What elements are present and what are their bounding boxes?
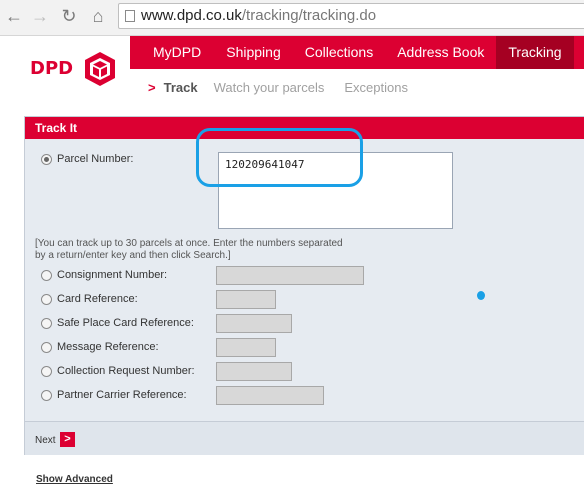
site-header: DPD MyDPD Shipping Collections Address B…	[0, 36, 584, 116]
highlight-ring	[196, 128, 363, 187]
parcel-number-radio[interactable]	[41, 154, 52, 165]
submenu-arrow-icon: >	[148, 80, 156, 95]
partner-carrier-input[interactable]	[216, 386, 324, 405]
menu-item-shipping[interactable]: Shipping	[214, 36, 293, 69]
header-edge	[575, 69, 584, 116]
consignment-number-radio[interactable]	[41, 270, 52, 281]
consignment-number-input[interactable]	[216, 266, 364, 285]
left-strip	[0, 36, 18, 116]
address-bar[interactable]: www.dpd.co.uk/tracking/tracking.do	[118, 3, 584, 29]
safe-place-card-input[interactable]	[216, 314, 292, 333]
main-menu: MyDPD Shipping Collections Address Book …	[140, 36, 574, 69]
logo-text: DPD	[30, 58, 74, 79]
show-advanced-link[interactable]: Show Advanced	[36, 474, 113, 485]
url-path: /tracking/tracking.do	[241, 7, 377, 24]
panel-footer: Next >	[25, 421, 584, 455]
home-icon[interactable]: ⌂	[86, 5, 110, 27]
page-icon	[125, 10, 135, 22]
back-icon[interactable]: ←	[2, 5, 26, 27]
consignment-number-label: Consignment Number:	[57, 269, 168, 281]
reload-icon[interactable]: ↻	[57, 5, 81, 27]
tracking-submenu: > Track Watch your parcels Exceptions	[148, 80, 428, 95]
submenu-item-exceptions[interactable]: Exceptions	[344, 80, 408, 95]
safe-place-card-label: Safe Place Card Reference:	[57, 317, 194, 329]
card-reference-input[interactable]	[216, 290, 276, 309]
card-reference-radio[interactable]	[41, 294, 52, 305]
marker-dot	[477, 291, 485, 300]
collection-request-radio[interactable]	[41, 366, 52, 377]
next-arrow-icon[interactable]: >	[60, 432, 75, 447]
dpd-logo[interactable]: DPD	[18, 36, 130, 106]
next-label[interactable]: Next	[35, 435, 56, 446]
menu-item-mydpd[interactable]: MyDPD	[140, 36, 214, 69]
message-reference-radio[interactable]	[41, 342, 52, 353]
url-host: www.dpd.co.uk	[141, 7, 242, 24]
menu-item-collections[interactable]: Collections	[293, 36, 385, 69]
cube-icon	[85, 52, 115, 86]
message-reference-label: Message Reference:	[57, 341, 159, 353]
message-reference-input[interactable]	[216, 338, 276, 357]
collection-request-input[interactable]	[216, 362, 292, 381]
partner-carrier-radio[interactable]	[41, 390, 52, 401]
partner-carrier-label: Partner Carrier Reference:	[57, 389, 187, 401]
submenu-item-watch[interactable]: Watch your parcels	[214, 80, 325, 95]
parcel-number-label: Parcel Number:	[57, 153, 134, 165]
browser-toolbar: ← → ↻ ⌂ www.dpd.co.uk/tracking/tracking.…	[0, 0, 584, 36]
submenu-track-label: Track	[163, 80, 198, 95]
forward-icon[interactable]: →	[28, 5, 52, 27]
menu-item-tracking[interactable]: Tracking	[496, 36, 574, 69]
submenu-item-track[interactable]: > Track	[148, 80, 198, 95]
collection-request-label: Collection Request Number:	[57, 365, 195, 377]
card-reference-label: Card Reference:	[57, 293, 138, 305]
tracking-hint: [You can track up to 30 parcels at once.…	[35, 238, 343, 261]
menu-item-address-book[interactable]: Address Book	[385, 36, 496, 69]
safe-place-card-radio[interactable]	[41, 318, 52, 329]
